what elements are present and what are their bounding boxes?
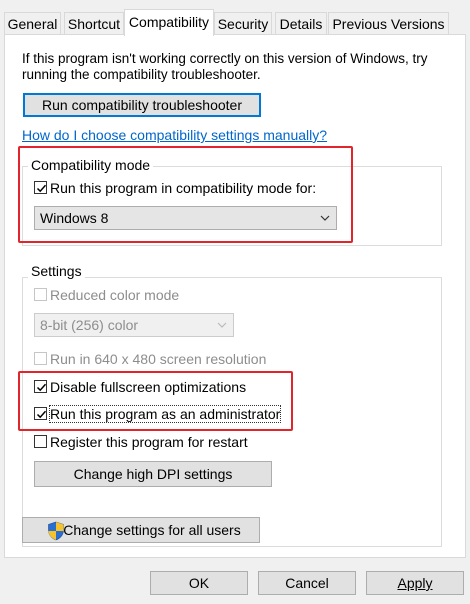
apply-button[interactable]: Apply [366,571,464,595]
register-restart-checkbox[interactable] [34,435,47,448]
change-dpi-button[interactable]: Change high DPI settings [34,461,272,487]
settings-title: Settings [28,263,85,279]
reduced-color-label: Reduced color mode [50,287,180,303]
checkmark-icon [36,383,47,392]
res-640-checkbox[interactable] [34,352,47,365]
tab-shortcut[interactable]: Shortcut [64,12,124,35]
compatibility-panel: If this program isn't working correctly … [4,34,466,558]
compat-os-select[interactable]: Windows 8 [34,206,337,230]
change-all-users-label: Change settings for all users [63,522,241,538]
compatibility-mode-title: Compatibility mode [28,157,154,173]
help-link[interactable]: How do I choose compatibility settings m… [22,127,327,143]
color-depth-value: 8-bit (256) color [40,317,139,333]
compat-mode-checkbox[interactable] [34,181,47,194]
checkmark-icon [36,410,47,419]
compat-os-value: Windows 8 [40,210,109,226]
color-depth-select[interactable]: 8-bit (256) color [34,313,234,337]
tab-compatibility[interactable]: Compatibility [124,9,214,36]
uac-shield-icon [47,521,65,548]
intro-line-1: If this program isn't working correctly … [22,51,428,66]
tab-previous-versions[interactable]: Previous Versions [328,12,449,35]
change-all-users-button[interactable]: Change settings for all users [22,517,260,543]
register-restart-label: Register this program for restart [50,434,248,450]
reduced-color-checkbox[interactable] [34,288,47,301]
tab-security[interactable]: Security [214,12,272,35]
run-as-admin-label: Run this program as an administrator [48,405,282,423]
tab-general[interactable]: General [4,12,61,35]
ok-button[interactable]: OK [150,571,248,595]
disable-fullscreen-label: Disable fullscreen optimizations [50,379,247,395]
chevron-down-icon [217,314,227,342]
checkmark-icon [36,184,47,193]
run-troubleshooter-button[interactable]: Run compatibility troubleshooter [23,93,261,117]
cancel-button[interactable]: Cancel [258,571,356,595]
disable-fullscreen-checkbox[interactable] [34,380,47,393]
run-as-admin-checkbox[interactable] [34,407,47,420]
compat-mode-label: Run this program in compatibility mode f… [50,180,317,196]
res-640-label: Run in 640 x 480 screen resolution [50,351,267,367]
tab-details[interactable]: Details [275,12,327,35]
chevron-down-icon [320,207,330,235]
intro-line-2: running the compatibility troubleshooter… [22,67,261,82]
apply-label: Apply [397,575,433,591]
